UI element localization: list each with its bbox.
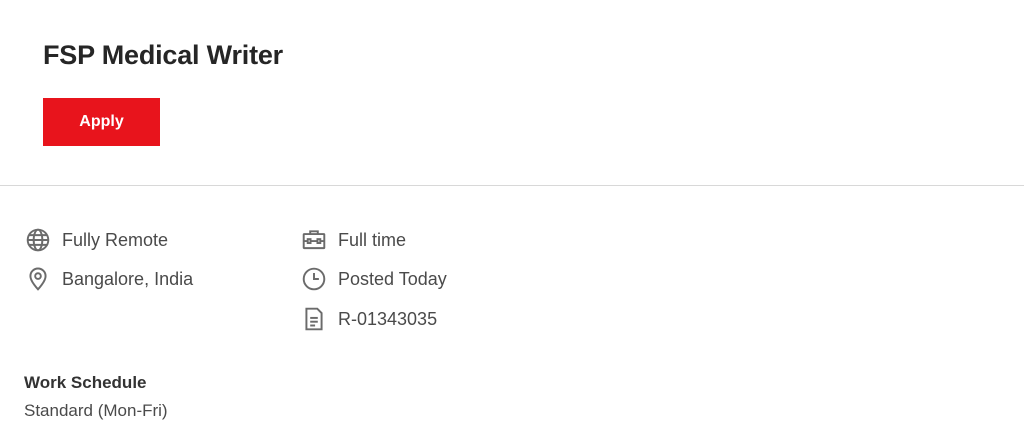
- location-text: Bangalore, India: [62, 269, 194, 289]
- work-schedule-label: Work Schedule: [24, 373, 147, 392]
- location-item: Bangalore, India: [25, 267, 193, 291]
- employment-type-item: Full time: [301, 228, 406, 252]
- location-type-item: Fully Remote: [25, 228, 168, 252]
- job-title: FSP Medical Writer: [43, 40, 283, 70]
- requisition-id-text: R-01343035: [338, 309, 438, 329]
- posted-item: Posted Today: [301, 267, 447, 291]
- requisition-item: R-01343035: [301, 307, 437, 331]
- work-schedule-value: Standard (Mon-Fri): [24, 401, 168, 420]
- briefcase-icon: [301, 227, 327, 253]
- apply-button[interactable]: Apply: [43, 98, 160, 146]
- location-type-text: Fully Remote: [62, 230, 169, 250]
- posted-text: Posted Today: [338, 269, 447, 289]
- clock-icon: [301, 266, 327, 292]
- document-icon: [301, 306, 327, 332]
- employment-type-text: Full time: [338, 230, 407, 250]
- map-pin-icon: [25, 266, 51, 292]
- globe-icon: [25, 227, 51, 253]
- job-header: FSP Medical Writer Apply: [0, 0, 1024, 186]
